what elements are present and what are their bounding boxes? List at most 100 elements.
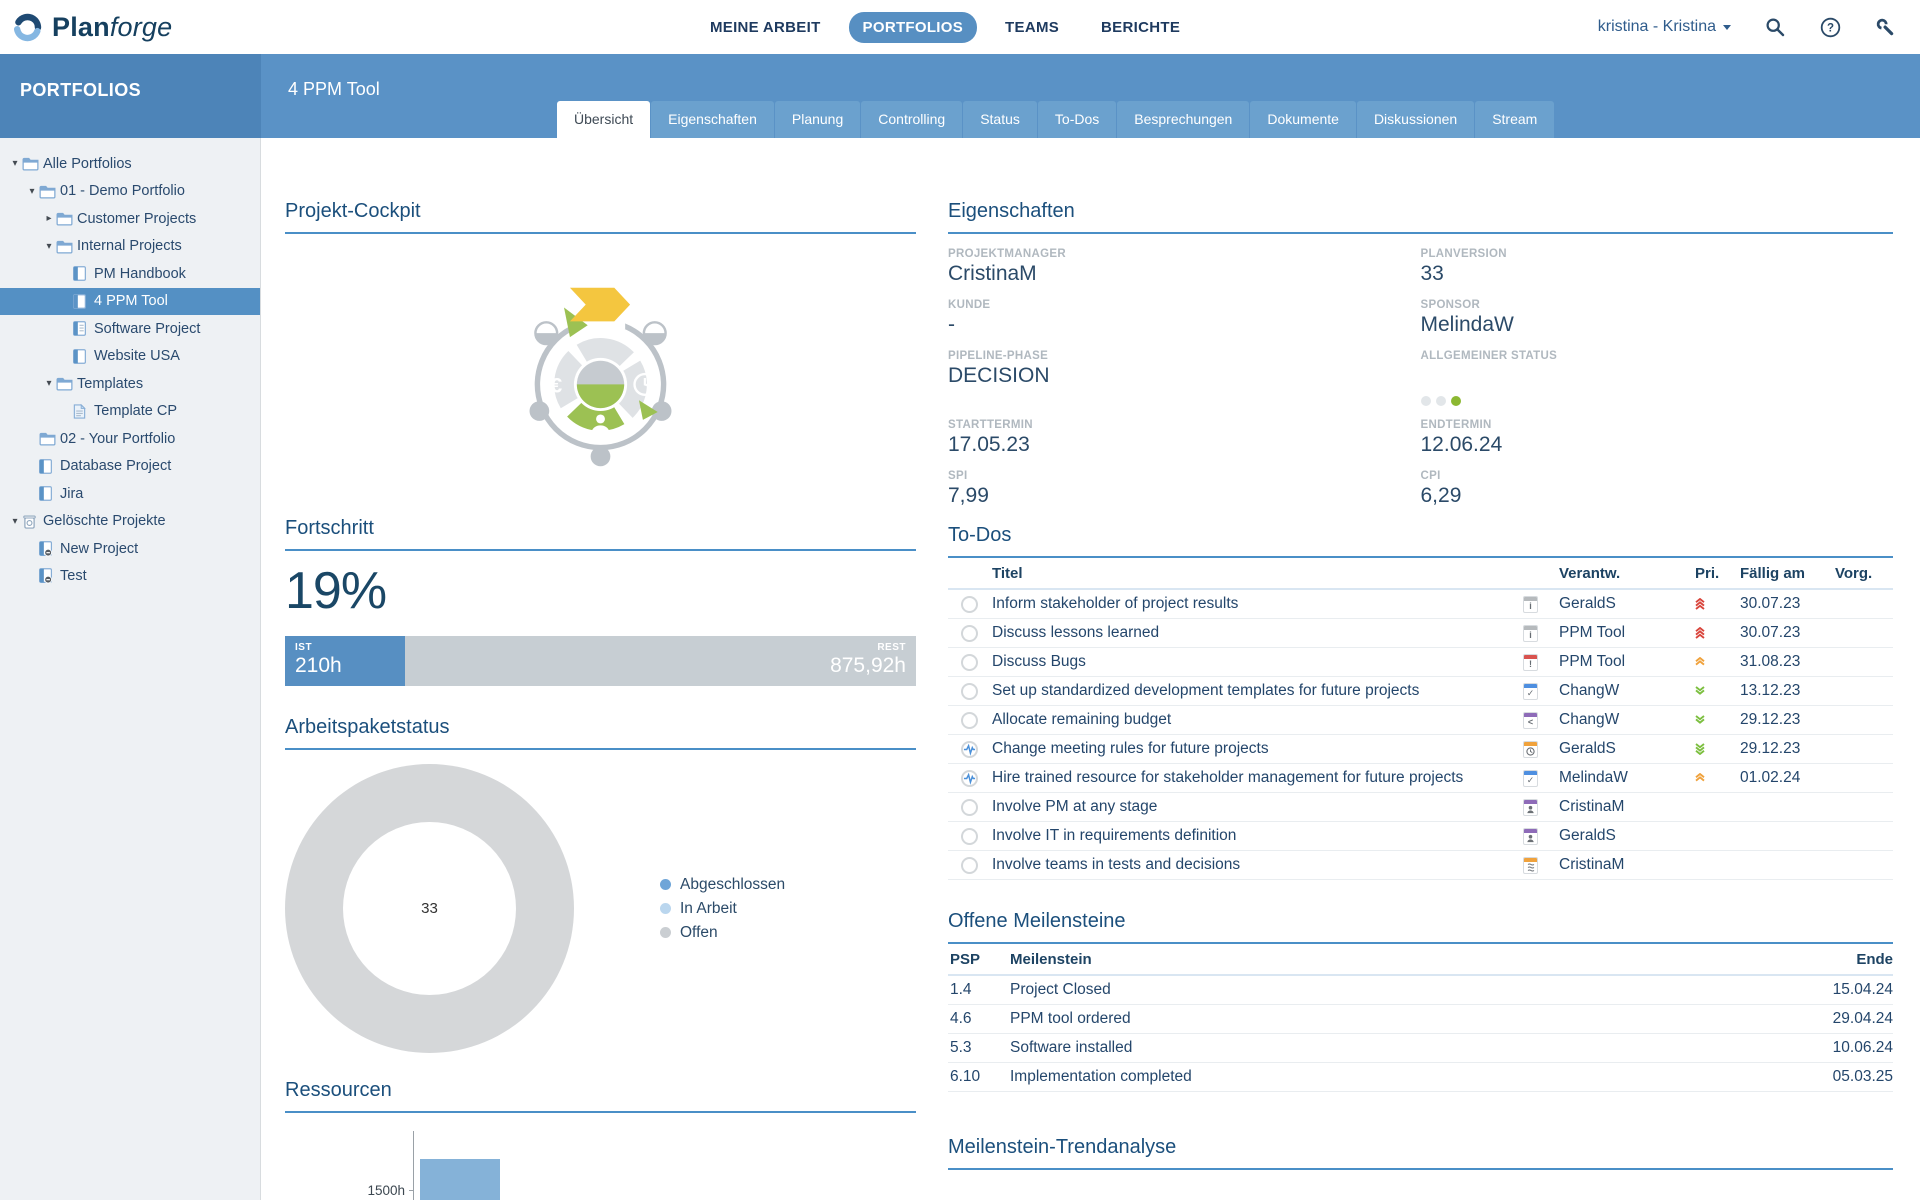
todo-title[interactable]: Change meeting rules for future projects: [992, 740, 1523, 758]
todo-row[interactable]: Allocate remaining budget < ChangW 29.12…: [948, 706, 1893, 735]
tree-item[interactable]: Website USA: [0, 343, 260, 371]
properties-section-title: Eigenschaften: [948, 200, 1893, 234]
nav-item[interactable]: PORTFOLIOS: [849, 12, 978, 43]
todo-checkbox[interactable]: [961, 741, 978, 758]
brand-logo[interactable]: Planforge: [0, 12, 172, 43]
tab[interactable]: Planung: [775, 101, 860, 138]
milestone-row[interactable]: 4.6 PPM tool ordered 29.04.24: [948, 1005, 1893, 1034]
todo-checkbox[interactable]: [961, 857, 978, 874]
todo-row[interactable]: Change meeting rules for future projects…: [948, 735, 1893, 764]
todo-responsible: PPM Tool: [1559, 653, 1695, 671]
todo-due-date: 31.08.23: [1740, 653, 1835, 671]
tree-item[interactable]: Template CP: [0, 398, 260, 426]
property-label: STARTTERMIN: [948, 419, 1421, 431]
tab-bar: ÜbersichtEigenschaftenPlanungControlling…: [557, 101, 1555, 138]
tab[interactable]: Übersicht: [557, 101, 650, 138]
tab[interactable]: Diskussionen: [1357, 101, 1474, 138]
todo-checkbox[interactable]: [961, 799, 978, 816]
property-label: CPI: [1421, 470, 1894, 482]
tree-item[interactable]: Test: [0, 563, 260, 591]
search-icon[interactable]: [1765, 17, 1786, 38]
tree-expander-icon[interactable]: ▾: [42, 241, 56, 252]
property-field: PLANVERSION 33: [1421, 248, 1894, 286]
tree-expander-icon[interactable]: ▾: [25, 186, 39, 197]
todo-title[interactable]: Discuss Bugs: [992, 653, 1523, 671]
todo-row[interactable]: Discuss Bugs ! PPM Tool 31.08.23: [948, 648, 1893, 677]
milestone-row[interactable]: 6.10 Implementation completed 05.03.25: [948, 1063, 1893, 1092]
tree-expander-icon[interactable]: ▸: [42, 213, 56, 224]
milestone-row[interactable]: 5.3 Software installed 10.06.24: [948, 1034, 1893, 1063]
milestone-row[interactable]: 1.4 Project Closed 15.04.24: [948, 976, 1893, 1005]
legend-dot: [660, 903, 671, 914]
tree-item[interactable]: ▾ Templates: [0, 370, 260, 398]
todo-row[interactable]: Discuss lessons learned i PPM Tool 30.07…: [948, 619, 1893, 648]
tree-expander-icon[interactable]: ▾: [42, 378, 56, 389]
todo-title[interactable]: Involve PM at any stage: [992, 798, 1523, 816]
tab[interactable]: Besprechungen: [1117, 101, 1249, 138]
todo-title[interactable]: Set up standardized development template…: [992, 682, 1523, 700]
help-icon[interactable]: ?: [1820, 17, 1841, 38]
sidebar-header: PORTFOLIOS: [0, 54, 261, 138]
nav-item[interactable]: TEAMS: [991, 12, 1073, 43]
todo-title[interactable]: Allocate remaining budget: [992, 711, 1523, 729]
todo-checkbox[interactable]: [961, 596, 978, 613]
nav-item[interactable]: MEINE ARBEIT: [696, 12, 835, 43]
milestone-end-date: 29.04.24: [1783, 1010, 1893, 1028]
tree-expander-icon[interactable]: ▾: [8, 158, 22, 169]
properties-grid: PROJEKTMANAGER CristinaM PLANVERSION 33 …: [948, 248, 1893, 508]
todo-title[interactable]: Inform stakeholder of project results: [992, 595, 1523, 613]
todo-title[interactable]: Involve IT in requirements definition: [992, 827, 1523, 845]
tree-item[interactable]: ▸ Customer Projects: [0, 205, 260, 233]
tree-item-label: Gelöschte Projekte: [43, 513, 166, 529]
tree-item[interactable]: ▾ Alle Portfolios: [0, 150, 260, 178]
wrench-icon[interactable]: [1875, 17, 1896, 38]
col-pri: Pri.: [1695, 565, 1740, 582]
todo-checkbox[interactable]: [961, 654, 978, 671]
todo-row[interactable]: Set up standardized development template…: [948, 677, 1893, 706]
tab[interactable]: Controlling: [861, 101, 962, 138]
tree-item-icon: [73, 294, 94, 309]
todo-row[interactable]: Inform stakeholder of project results i …: [948, 590, 1893, 619]
todo-checkbox[interactable]: [961, 625, 978, 642]
rest-value: 875,92h: [405, 654, 906, 678]
project-cockpit-graphic: €: [285, 274, 916, 491]
user-menu[interactable]: kristina - Kristina: [1598, 18, 1731, 36]
tree-item[interactable]: ▾ 01 - Demo Portfolio: [0, 178, 260, 206]
tree-item[interactable]: Software Project: [0, 315, 260, 343]
tree-item[interactable]: New Project: [0, 535, 260, 563]
tree-item[interactable]: 4 PPM Tool: [0, 288, 260, 316]
tree-item[interactable]: Jira: [0, 480, 260, 508]
tab[interactable]: Dokumente: [1250, 101, 1356, 138]
tree-expander-icon[interactable]: ▾: [8, 516, 22, 527]
todo-checkbox[interactable]: [961, 683, 978, 700]
milestone-name: PPM tool ordered: [1010, 1010, 1783, 1028]
todo-row[interactable]: Involve IT in requirements definition Ge…: [948, 822, 1893, 851]
todo-title[interactable]: Discuss lessons learned: [992, 624, 1523, 642]
todo-checkbox[interactable]: [961, 828, 978, 845]
tree-item-label: 4 PPM Tool: [94, 293, 168, 309]
tree-item[interactable]: 02 - Your Portfolio: [0, 425, 260, 453]
legend-item: Abgeschlossen: [660, 873, 785, 897]
svg-text:?: ?: [1827, 22, 1834, 34]
tree-item[interactable]: ▾ Gelöschte Projekte: [0, 508, 260, 536]
tree-item[interactable]: ▾ Internal Projects: [0, 233, 260, 261]
todo-row[interactable]: Involve teams in tests and decisions Cri…: [948, 851, 1893, 880]
todo-checkbox[interactable]: [961, 770, 978, 787]
todo-title[interactable]: Hire trained resource for stakeholder ma…: [992, 769, 1523, 787]
tab[interactable]: Eigenschaften: [651, 101, 774, 138]
tree-item[interactable]: PM Handbook: [0, 260, 260, 288]
tab[interactable]: Status: [963, 101, 1037, 138]
tab[interactable]: Stream: [1475, 101, 1554, 138]
property-field: STARTTERMIN 17.05.23: [948, 419, 1421, 457]
todo-row[interactable]: Hire trained resource for stakeholder ma…: [948, 764, 1893, 793]
user-area: kristina - Kristina ?: [1598, 0, 1920, 54]
tree-item[interactable]: Database Project: [0, 453, 260, 481]
todo-priority-icon: [1695, 657, 1740, 666]
nav-item[interactable]: BERICHTE: [1087, 12, 1194, 43]
todo-row[interactable]: Involve PM at any stage CristinaM: [948, 793, 1893, 822]
tab[interactable]: To-Dos: [1038, 101, 1116, 138]
milestones-table: PSP Meilenstein Ende 1.4 Project Closed …: [948, 944, 1893, 1092]
property-value: 6,29: [1421, 484, 1894, 508]
todo-title[interactable]: Involve teams in tests and decisions: [992, 856, 1523, 874]
todo-checkbox[interactable]: [961, 712, 978, 729]
